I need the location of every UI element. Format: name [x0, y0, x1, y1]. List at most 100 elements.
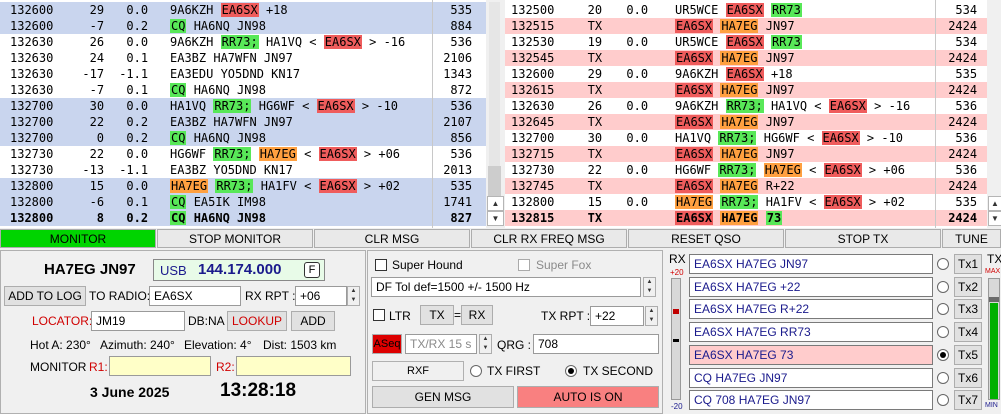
add-locator-button[interactable]: ADD: [291, 311, 335, 331]
lookup-button[interactable]: LOOKUP: [227, 311, 287, 331]
tx-select-radio-3[interactable]: [937, 303, 949, 316]
reset-qso-button[interactable]: RESET QSO: [628, 229, 784, 248]
r2-input[interactable]: [236, 356, 351, 376]
log-row[interactable]: 132600 -7 0.2 CQ HA6NQ JN98 884: [0, 18, 486, 34]
add-to-log-button[interactable]: ADD TO LOG: [4, 286, 86, 306]
log-row[interactable]: 132515 TX EA6SX HA7EG JN97 2424: [505, 18, 987, 34]
tx-message-field-6[interactable]: CQ HA7EG JN97: [689, 367, 933, 388]
tx-select-radio-7[interactable]: [937, 394, 949, 407]
to-radio-input[interactable]: EA6SX: [149, 286, 241, 306]
tx-button-1[interactable]: Tx1: [954, 254, 982, 274]
log-row[interactable]: 132730 -13 -1.1 EA3BZ YO5DND KN17 2013: [0, 162, 486, 178]
log-row[interactable]: 132630 -7 0.1 CQ HA6NQ JN98 872: [0, 82, 486, 98]
log-row[interactable]: 132800 8 0.2 CQ HA6NQ JN98 827: [0, 210, 486, 226]
log-row[interactable]: 132630 24 0.1 EA3BZ HA7WFN JN97 2106: [0, 50, 486, 66]
log-row[interactable]: 132730 22 0.0 HG6WF RR73; HA7EG < EA6SX > +…: [0, 146, 486, 162]
log-time: 132630: [10, 35, 54, 49]
scroll-up-arrow-icon[interactable]: ▲: [487, 196, 504, 211]
qrg-input[interactable]: 708: [533, 334, 659, 354]
scroll-down-arrow-icon[interactable]: ▼: [988, 211, 1001, 226]
right-pane-scrollbar[interactable]: ▲ ▼: [987, 0, 1001, 228]
log-row[interactable]: 132700 30 0.0 HA1VQ RR73; HG6WF < EA6SX > -…: [0, 98, 486, 114]
log-row[interactable]: 132800 15 0.0 HA7EG RR73; HA1FV < EA6SX > +…: [0, 178, 486, 194]
tx-button-4[interactable]: Tx4: [954, 322, 982, 343]
tx-select-radio-2[interactable]: [937, 280, 949, 293]
log-row[interactable]: 132800 -6 0.1 CQ EA5IK IM98 1741: [0, 194, 486, 210]
tx-second-radio[interactable]: [565, 365, 577, 377]
scroll-down-arrow-icon[interactable]: ▼: [487, 211, 504, 226]
log-row[interactable]: 132815 TX EA6SX HA7EG 73 2424: [505, 210, 987, 226]
log-row[interactable]: 132615 TX EA6SX HA7EG JN97 2424: [505, 82, 987, 98]
tune-button[interactable]: TUNE: [942, 229, 1001, 248]
tx-select-radio-1[interactable]: [937, 258, 949, 270]
rx-report-stepper[interactable]: ▲ ▼: [347, 286, 360, 306]
log-row[interactable]: 132630 26 0.0 9A6KZH RR73; HA1VQ < EA6SX > …: [0, 34, 486, 50]
tx-button-5[interactable]: Tx5: [954, 344, 982, 365]
monitor-button[interactable]: MONITOR: [0, 229, 156, 248]
message-token: RR73;: [720, 195, 759, 209]
log-row[interactable]: 132600 29 0.0 9A6KZH EA6SX +18 535: [0, 2, 486, 18]
log-row[interactable]: 132700 0 0.2 CQ HA6NQ JN98 856: [0, 130, 486, 146]
tx-button-6[interactable]: Tx6: [954, 367, 982, 388]
super-hound-checkbox[interactable]: [375, 259, 387, 271]
stop-monitor-button[interactable]: STOP MONITOR: [157, 229, 313, 248]
rx-frequency-button[interactable]: RX: [461, 305, 493, 325]
log-row[interactable]: 132500 20 0.0 UR5WCE EA6SX RR73 534: [505, 2, 987, 18]
tx-meter-bottom-label: MIN: [985, 402, 998, 409]
auto-sequence-button[interactable]: ASeq: [372, 334, 402, 354]
tx-first-radio[interactable]: [470, 365, 482, 377]
tx-select-radio-4[interactable]: [937, 326, 949, 339]
log-row[interactable]: 132700 22 0.2 EA3BZ HA7WFN JN97 2107: [0, 114, 486, 130]
tx-power-slider[interactable]: [988, 278, 1000, 400]
log-row[interactable]: 132630 26 0.0 9A6KZH RR73; HA1VQ < EA6SX > …: [505, 98, 987, 114]
log-row[interactable]: 132700 30 0.0 HA1VQ RR73; HG6WF < EA6SX > -…: [505, 130, 987, 146]
log-row[interactable]: 132745 TX EA6SX HA7EG R+22 2424: [505, 178, 987, 194]
df-tolerance-stepper[interactable]: ▲ ▼: [643, 277, 656, 297]
tx-frequency-button[interactable]: TX: [420, 305, 454, 325]
tx-message-field-2[interactable]: EA6SX HA7EG +22: [689, 276, 933, 297]
ltr-checkbox[interactable]: [373, 309, 385, 321]
scroll-up-arrow-icon[interactable]: ▲: [988, 196, 1001, 211]
df-tolerance-field[interactable]: DF Tol def=1500 +/- 1500 Hz: [371, 277, 641, 297]
tx-rx-period-field[interactable]: TX/RX 15 s: [405, 334, 477, 354]
tx-message-field-5[interactable]: EA6SX HA7EG 73: [689, 344, 933, 365]
tx-select-radio-5[interactable]: [937, 348, 949, 361]
tx-report-stepper[interactable]: ▲ ▼: [645, 306, 658, 326]
tx-message-field-4[interactable]: EA6SX HA7EG RR73: [689, 322, 933, 343]
clear-message-button[interactable]: CLR MSG: [314, 229, 470, 248]
log-row[interactable]: 132715 TX EA6SX HA7EG JN97 2424: [505, 146, 987, 162]
log-row[interactable]: 132530 19 0.0 UR5WCE EA6SX RR73 534: [505, 34, 987, 50]
tx-button-3[interactable]: Tx3: [954, 299, 982, 320]
clear-rx-freq-message-button[interactable]: CLR RX FREQ MSG: [471, 229, 627, 248]
tx-button-7[interactable]: Tx7: [954, 390, 982, 411]
log-snr: 29: [587, 67, 603, 81]
left-pane-scrollbar[interactable]: ▲ ▼: [486, 0, 504, 228]
tx-message-field-1[interactable]: EA6SX HA7EG JN97: [689, 254, 933, 274]
stop-tx-button[interactable]: STOP TX: [785, 229, 941, 248]
locator-input[interactable]: JM19: [91, 311, 185, 331]
log-row[interactable]: 132730 22 0.0 HG6WF RR73; HA7EG < EA6SX > +…: [505, 162, 987, 178]
tx-select-radio-6[interactable]: [937, 371, 949, 384]
rx-frequency-messages-pane[interactable]: 132500 20 0.0 UR5WCE EA6SX RR73 534 132515 TX E…: [505, 0, 987, 228]
log-row[interactable]: 132600 29 0.0 9A6KZH EA6SX +18 535: [505, 66, 987, 82]
log-row[interactable]: 132645 TX EA6SX HA7EG JN97 2424: [505, 114, 987, 130]
log-snr: -13: [82, 163, 105, 177]
message-token: RR73: [770, 3, 802, 17]
rx-report-input[interactable]: +06: [295, 286, 347, 306]
r1-input[interactable]: [109, 356, 211, 376]
tx-rx-period-stepper[interactable]: ▲ ▼: [479, 334, 492, 354]
super-fox-checkbox[interactable]: [518, 259, 530, 271]
tx-message-field-3[interactable]: EA6SX HA7EG R+22: [689, 299, 933, 320]
log-row[interactable]: 132545 TX EA6SX HA7EG JN97 2424: [505, 50, 987, 66]
auto-is-on-button[interactable]: AUTO IS ON: [517, 386, 659, 408]
tx-message-field-7[interactable]: CQ 708 HA7EG JN97: [689, 390, 933, 411]
message-token: +18: [265, 3, 288, 17]
decoded-messages-pane[interactable]: 132600 29 0.0 9A6KZH EA6SX +18 535 132600 -7 0.…: [0, 0, 486, 228]
log-row[interactable]: 132800 15 0.0 HA7EG RR73; HA1FV < EA6SX > +…: [505, 194, 987, 210]
generate-messages-button[interactable]: GEN MSG: [372, 386, 514, 408]
frequency-f-button[interactable]: F: [304, 262, 320, 278]
message-token: EA6SX: [725, 67, 764, 81]
tx-button-2[interactable]: Tx2: [954, 276, 982, 297]
tx-report-input[interactable]: +22: [590, 306, 644, 326]
log-row[interactable]: 132630 -17 -1.1 EA3EDU YO5DND KN17 1343: [0, 66, 486, 82]
